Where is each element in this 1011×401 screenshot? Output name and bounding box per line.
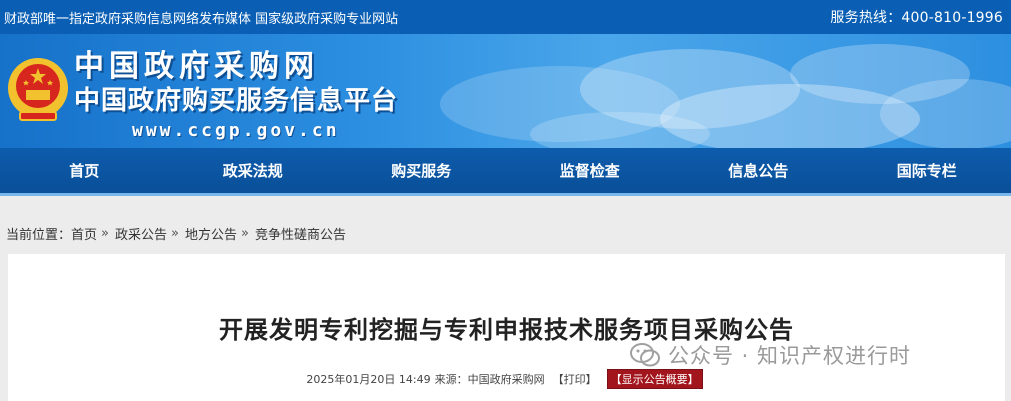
logo-url: www.ccgp.gov.cn <box>132 120 340 141</box>
breadcrumb-home[interactable]: 首页 <box>71 224 97 243</box>
wechat-watermark: 公众号 · 知识产权进行时 <box>630 340 911 370</box>
site-slogan: 财政部唯一指定政府采购信息网络发布媒体 国家级政府采购专业网站 <box>4 11 399 27</box>
show-summary-button[interactable]: 【显示公告概要】 <box>606 369 703 389</box>
wechat-icon <box>630 343 660 367</box>
national-emblem-icon <box>8 58 68 121</box>
publish-datetime: 2025年01月20日 14:49 <box>306 373 431 386</box>
breadcrumb-separator: » <box>171 226 179 241</box>
print-link[interactable]: 【打印】 <box>553 371 597 387</box>
breadcrumb-gov-announcements[interactable]: 政采公告 <box>115 224 167 243</box>
watermark-text: 公众号 · 知识产权进行时 <box>668 344 912 368</box>
main-nav: 首页 政采法规 购买服务 监督检查 信息公告 国际专栏 <box>0 148 1011 196</box>
breadcrumb: 当前位置： 首页 » 政采公告 » 地方公告 » 竞争性磋商公告 <box>6 224 346 243</box>
breadcrumb-prefix: 当前位置： <box>6 228 72 243</box>
nav-item-supervision[interactable]: 监督检查 <box>515 160 665 181</box>
breadcrumb-separator: » <box>101 226 109 241</box>
service-hotline: 服务热线：400-810-1996 <box>830 10 1003 26</box>
nav-item-purchase-services[interactable]: 购买服务 <box>346 160 496 181</box>
nav-item-announcements[interactable]: 信息公告 <box>683 160 833 181</box>
breadcrumb-local-announcements[interactable]: 地方公告 <box>185 224 237 243</box>
logo-title: 中国政府采购网 <box>74 49 319 84</box>
site-banner: 中国政府采购网 中国政府购买服务信息平台 www.ccgp.gov.cn <box>0 34 1011 148</box>
nav-item-international[interactable]: 国际专栏 <box>852 160 1002 181</box>
article-meta: 2025年01月20日 14:49 来源：中国政府采购网 【打印】 【显示公告概… <box>8 369 1005 389</box>
nav-item-regulations[interactable]: 政采法规 <box>178 160 328 181</box>
breadcrumb-separator: » <box>241 226 249 241</box>
top-info-bar: 财政部唯一指定政府采购信息网络发布媒体 国家级政府采购专业网站 服务热线：400… <box>0 0 1011 34</box>
article-source: 来源：中国政府采购网 <box>434 373 545 386</box>
nav-item-home[interactable]: 首页 <box>9 160 159 181</box>
article-panel: 开展发明专利挖掘与专利申报技术服务项目采购公告 2025年01月20日 14:4… <box>8 254 1005 401</box>
breadcrumb-competitive-negotiation[interactable]: 竞争性磋商公告 <box>255 224 346 243</box>
logo-subtitle: 中国政府购买服务信息平台 <box>74 86 399 116</box>
site-logo[interactable]: 中国政府采购网 中国政府购买服务信息平台 www.ccgp.gov.cn <box>74 49 399 142</box>
